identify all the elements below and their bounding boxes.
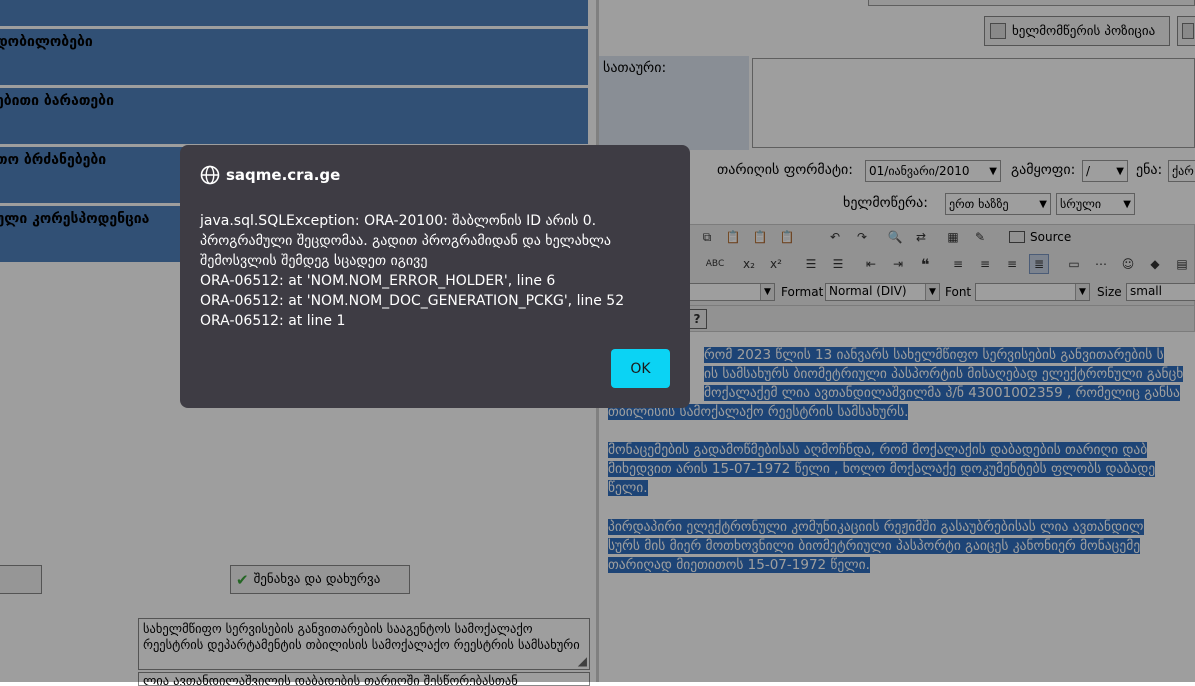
globe-icon — [200, 165, 220, 185]
dialog-message-line: ORA-06512: at 'NOM.NOM_DOC_GENERATION_PC… — [200, 293, 625, 309]
alert-dialog: saqme.cra.ge java.sql.SQLException: ORA-… — [180, 145, 690, 408]
ok-button[interactable]: OK — [611, 349, 670, 388]
dialog-message-line: java.sql.SQLException: ORA-20100: შაბლონ… — [200, 213, 597, 229]
dialog-message-line: ORA-06512: at 'NOM.NOM_ERROR_HOLDER', li… — [200, 273, 556, 289]
dialog-message-line: ORA-06512: at line 1 — [200, 313, 346, 329]
dialog-title: saqme.cra.ge — [226, 166, 341, 184]
dialog-message-line: პროგრამული შეცდომაა. გადით პროგრამიდან დ… — [200, 233, 612, 249]
dialog-message: java.sql.SQLException: ORA-20100: შაბლონ… — [200, 211, 680, 331]
dialog-header: saqme.cra.ge — [200, 165, 340, 185]
dialog-message-line: შემოსვლის შემდეგ სცადეთ იგივე — [200, 253, 428, 269]
